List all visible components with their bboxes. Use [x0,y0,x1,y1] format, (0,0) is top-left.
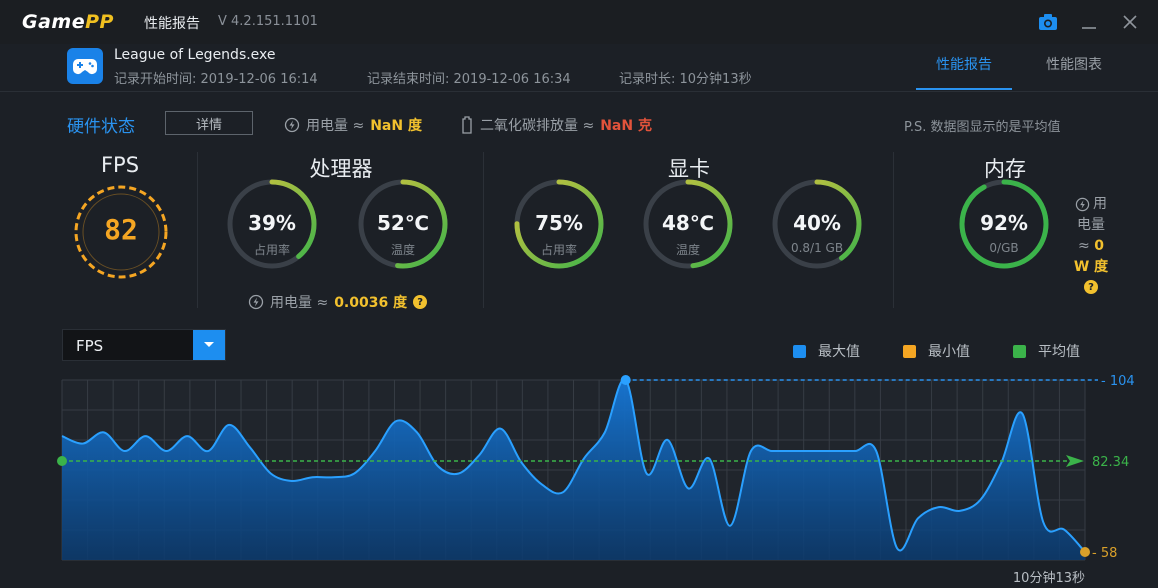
cpu-usage-value: 39% [248,211,296,235]
memory-power-usage: 用 电量 ≈ 0 W 度 ? [1068,194,1114,294]
legend-min: 最小值 [903,341,970,361]
co2-value: NaN 克 [600,118,652,134]
tab-performance-report[interactable]: 性能报告 [916,54,1012,90]
detail-button[interactable]: 详情 [165,111,253,135]
legend-min-label: 最小值 [928,344,970,360]
chevron-down-icon[interactable] [193,330,225,360]
metric-select-value: FPS [76,337,104,355]
co2-emission: 二氧化碳排放量 ≈ NaN 克 [460,115,652,135]
min-point [1080,547,1090,557]
x-end-label: 10分钟13秒 [1013,570,1085,586]
memory-power-line2: 电量 [1077,217,1105,233]
game-name: League of Legends.exe [114,47,276,63]
memory-usage-label: 0/GB [989,241,1019,255]
memory-power-line3: ≈ [1078,238,1090,254]
gpu-vram-label: 0.8/1 GB [790,241,844,255]
divider [483,152,484,308]
co2-icon [462,116,472,134]
help-icon[interactable]: ? [1084,280,1098,294]
cpu-temp-gauge: 52℃ 温度 [356,177,450,271]
gpu-temp-label: 温度 [675,243,700,257]
cpu-temp-value: 52℃ [376,211,430,235]
memory-usage-value: 92% [980,211,1028,235]
help-icon[interactable]: ? [413,295,428,309]
cpu-temp-label: 温度 [390,243,415,257]
power-usage-label: 用电量 ≈ [306,118,365,134]
gpu-vram-value: 40% [793,211,841,235]
record-end-time: 记录结束时间: 2019-12-06 16:34 [367,72,571,87]
minimize-icon[interactable] [1075,8,1103,36]
legend-avg-label: 平均值 [1038,344,1080,360]
record-duration: 记录时长: 10分钟13秒 [619,72,752,87]
power-icon [1075,197,1090,212]
gamepad-icon [67,48,103,84]
fps-value: 82 [104,213,138,246]
memory-power-unit: W 度 [1073,259,1109,275]
ps-note: P.S. 数据图显示的是平均值 [904,120,1061,135]
fps-title: FPS [100,153,140,177]
camera-icon[interactable] [1034,8,1062,36]
cpu-usage-gauge: 39% 占用率 [225,177,319,271]
fps-area-chart: - 104 82.34 - 58 10分钟13秒 [57,374,1135,586]
gpu-usage-value: 75% [535,211,583,235]
power-usage: 用电量 ≈ NaN 度 [284,115,422,135]
co2-label: 二氧化碳排放量 ≈ [480,118,595,134]
gpu-usage-label: 占用率 [540,243,577,257]
title-bar: GamePP 性能报告 V 4.2.151.1101 [0,0,1158,44]
legend-swatch [903,344,916,358]
app-name: 性能报告 [144,16,200,32]
legend-swatch [1013,344,1026,358]
cpu-power-label: 用电量 ≈ [270,295,329,311]
gpu-usage-gauge: 75% 占用率 [512,177,606,271]
min-value-label: - 58 [1092,546,1117,561]
record-start-time: 记录开始时间: 2019-12-06 16:14 [114,72,318,87]
memory-usage-gauge: 92% 0/GB [957,177,1051,271]
app-logo: GamePP [22,11,114,33]
legend-max: 最大值 [793,341,860,361]
power-icon [284,117,300,133]
tab-performance-chart[interactable]: 性能图表 [1026,54,1122,90]
memory-power-line1: 用 [1093,196,1107,212]
divider [893,152,894,308]
power-usage-value: NaN 度 [370,118,422,134]
cpu-power-value: 0.0036 度 [334,295,408,311]
legend-avg: 平均值 [1013,341,1080,361]
max-point [620,375,631,385]
gpu-temp-gauge: 48℃ 温度 [641,177,735,271]
legend-max-label: 最大值 [818,344,860,360]
legend-swatch [793,344,806,358]
avg-value-label: 82.34 [1092,455,1129,470]
divider [197,152,198,308]
gpu-vram-gauge: 40% 0.8/1 GB [770,177,864,271]
memory-power-value: 0 [1094,238,1104,254]
cpu-usage-label: 占用率 [253,243,290,257]
max-value-label: - 104 [1101,374,1135,389]
gpu-temp-value: 48℃ [661,211,715,235]
avg-start-point [57,455,67,466]
version-label: V 4.2.151.1101 [218,14,318,29]
power-icon [248,294,264,310]
close-icon[interactable] [1116,8,1144,36]
hardware-status-label: 硬件状态 [67,117,135,137]
cpu-power-usage: 用电量 ≈ 0.0036 度 ? [248,292,428,312]
report-header: League of Legends.exe 记录开始时间: 2019-12-06… [0,44,1158,92]
metric-select[interactable]: FPS [62,329,226,361]
